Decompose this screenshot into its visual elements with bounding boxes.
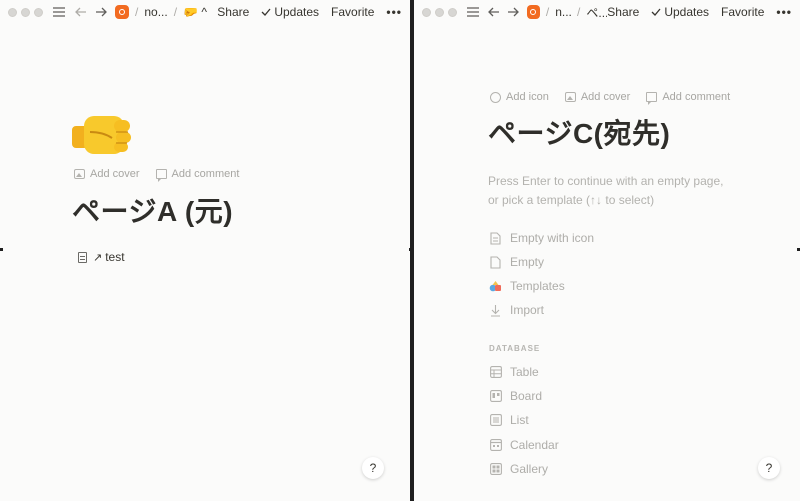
favorite-button[interactable]: Favorite [721,5,764,19]
fist-icon[interactable] [70,110,134,162]
help-button[interactable]: ? [362,457,384,479]
menu-item-calendar[interactable]: Calendar [489,435,559,455]
favorite-button[interactable]: Favorite [331,5,374,19]
blank-page-icon [489,255,502,269]
help-button[interactable]: ? [758,457,780,479]
link-arrow-icon: ↗ [93,251,103,264]
document-icon [489,231,502,245]
database-section-label: DATABASE [489,344,541,353]
right-window: / n... / ペ... Share Updates Favorite •••… [414,0,800,501]
check-icon [261,8,271,16]
resize-handle[interactable] [409,248,412,251]
gallery-icon [489,463,502,476]
breadcrumb-page[interactable]: 🤛 ^ [183,5,207,19]
comment-icon [646,92,658,105]
menu-item-table[interactable]: Table [489,362,539,382]
window-controls [8,7,43,17]
left-window: / no... / 🤛 ^ Share Updates Favorite ••• [0,0,410,501]
menu-item-list[interactable]: List [489,410,529,430]
board-icon [489,390,502,403]
close-window-button[interactable] [8,7,17,17]
breadcrumb-workspace[interactable]: n... [555,5,571,19]
split-screen: / no... / 🤛 ^ Share Updates Favorite ••• [0,0,800,501]
menu-item-templates[interactable]: Templates [489,276,565,296]
menu-item-empty-with-icon[interactable]: Empty with icon [489,228,594,248]
right-topbar: / n... / ペ... Share Updates Favorite ••• [414,0,800,24]
add-comment-button[interactable]: Add comment [155,168,239,182]
back-arrow-icon[interactable] [486,4,501,20]
breadcrumb-workspace[interactable]: no... [144,5,167,19]
forward-arrow-icon[interactable] [505,4,520,20]
page-title[interactable]: ページC(宛先) [488,112,670,152]
smiley-icon [490,91,501,103]
menu-item-board[interactable]: Board [489,386,542,406]
share-button[interactable]: Share [217,5,249,19]
forward-arrow-icon[interactable] [93,4,109,20]
more-options-button[interactable]: ••• [386,5,402,19]
more-options-button[interactable]: ••• [776,5,792,19]
check-icon [651,8,661,16]
download-icon [489,304,502,317]
share-button[interactable]: Share [607,5,639,19]
right-page-actions: Add icon Add cover Add comment [490,91,730,105]
menu-item-empty[interactable]: Empty [489,252,544,272]
add-icon-button[interactable]: Add icon [490,91,549,103]
image-icon [74,169,85,179]
updates-label: Updates [274,5,320,19]
left-page-actions: Add cover Add comment [74,168,239,182]
minimize-window-button[interactable] [21,7,30,17]
updates-button[interactable]: Updates [651,5,709,19]
updates-label: Updates [664,5,710,19]
image-icon [564,92,576,102]
comment-icon [155,169,167,182]
link-label: test [105,250,125,264]
list-icon [489,414,502,427]
menu-icon[interactable] [465,4,480,20]
menu-icon[interactable] [51,4,67,20]
maximize-window-button[interactable] [34,7,43,17]
menu-item-gallery[interactable]: Gallery [489,459,548,479]
close-window-button[interactable] [422,7,431,17]
minimize-window-button[interactable] [435,7,444,17]
document-icon [78,251,87,263]
add-comment-button[interactable]: Add comment [646,91,730,105]
maximize-window-button[interactable] [448,7,457,17]
add-cover-button[interactable]: Add cover [564,91,630,103]
page-title[interactable]: ページA (元) [72,190,233,230]
left-topbar: / no... / 🤛 ^ Share Updates Favorite ••• [0,0,410,24]
table-icon [489,366,502,379]
templates-icon [489,280,502,293]
back-arrow-icon[interactable] [73,4,89,20]
template-hint: Press Enter to continue with an empty pa… [488,174,724,207]
window-controls [422,7,457,17]
menu-item-import[interactable]: Import [489,300,544,320]
page-link-test[interactable]: ↗ test [78,250,125,264]
add-cover-button[interactable]: Add cover [74,168,140,180]
updates-button[interactable]: Updates [261,5,319,19]
breadcrumb-page[interactable]: ペ... [586,4,607,21]
workspace-logo-icon[interactable] [115,5,129,19]
resize-handle[interactable] [0,248,3,251]
calendar-icon [489,439,502,452]
workspace-logo-icon[interactable] [526,5,540,19]
